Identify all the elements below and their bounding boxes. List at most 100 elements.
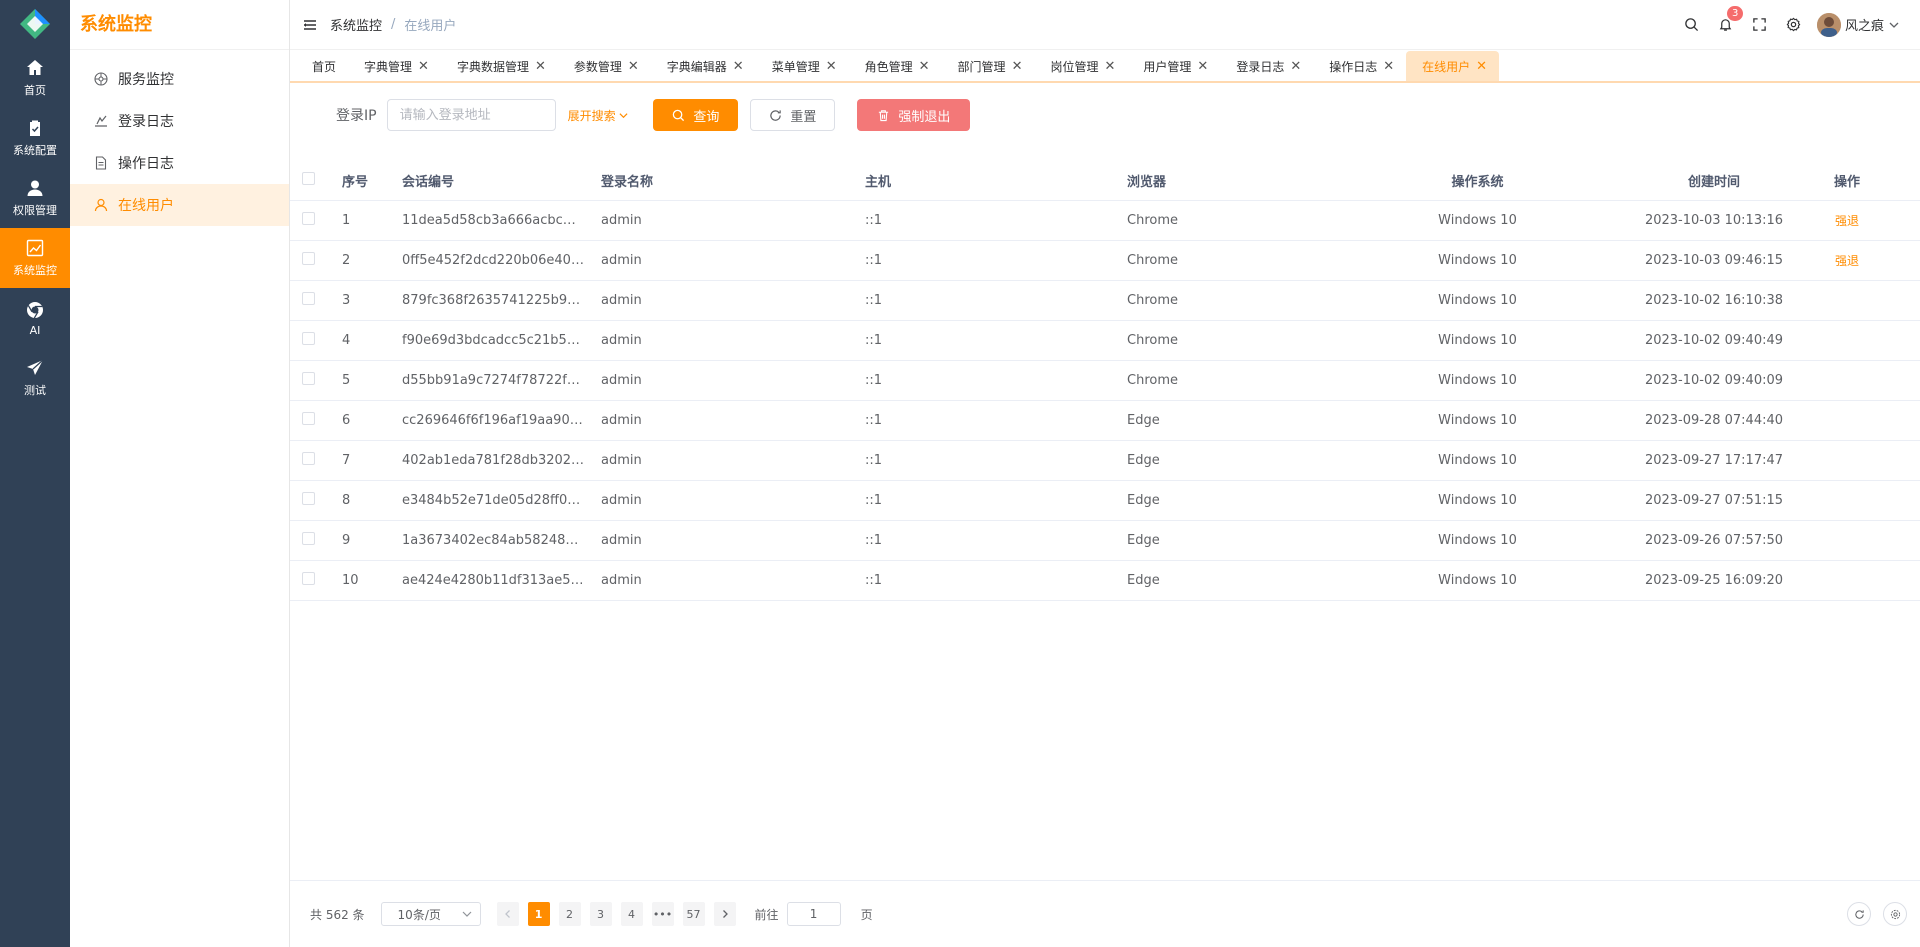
table-tools xyxy=(1835,902,1920,926)
row-checkbox[interactable] xyxy=(302,532,315,545)
header-login-name: 登录名称 xyxy=(601,174,654,190)
submenu-item-0[interactable]: 服务监控 xyxy=(70,58,289,100)
rail-item-0[interactable]: 首页 xyxy=(0,48,70,108)
page-size-select[interactable]: 10条/页 xyxy=(380,902,481,926)
row-checkbox[interactable] xyxy=(302,572,315,585)
close-icon[interactable]: ✕ xyxy=(535,59,546,74)
close-icon[interactable]: ✕ xyxy=(826,59,837,74)
submenu-item-2[interactable]: 操作日志 xyxy=(70,142,289,184)
close-icon[interactable]: ✕ xyxy=(418,59,429,74)
header-actions: 3 风之痕 xyxy=(1675,6,1920,37)
table-row[interactable]: 8 e3484b52e71de05d28ff0… admin::1 Edge Windo… xyxy=(290,481,1920,521)
close-icon[interactable]: ✕ xyxy=(1383,59,1394,74)
fullscreen-button[interactable] xyxy=(1743,17,1777,32)
close-icon[interactable]: ✕ xyxy=(1476,59,1487,74)
rail-item-3[interactable]: 系统监控 xyxy=(0,228,70,288)
close-icon[interactable]: ✕ xyxy=(1290,59,1301,74)
notification-button[interactable]: 3 xyxy=(1709,6,1744,32)
query-button[interactable]: 查询 xyxy=(653,99,739,131)
close-icon[interactable]: ✕ xyxy=(733,59,744,74)
page-button[interactable]: 1 xyxy=(527,902,550,926)
cell-browser: Edge xyxy=(1127,413,1160,428)
force-kick-link[interactable]: 强退 xyxy=(1835,254,1859,268)
select-all-checkbox[interactable] xyxy=(302,171,315,185)
force-logout-button[interactable]: 强制退出 xyxy=(857,99,971,131)
row-checkbox[interactable] xyxy=(302,292,315,305)
page-button[interactable]: 4 xyxy=(620,902,643,926)
page-button[interactable]: ••• xyxy=(651,902,674,926)
page-button[interactable]: 2 xyxy=(558,902,581,926)
table-row[interactable]: 4 f90e69d3bdcadcc5c21b5… admin::1 Chrome Win… xyxy=(290,321,1920,361)
page-number: 1 xyxy=(534,907,543,921)
page-button[interactable]: 57 xyxy=(682,902,705,926)
tab-9[interactable]: 用户管理 ✕ xyxy=(1127,51,1220,81)
column-settings-button[interactable] xyxy=(1883,902,1907,926)
user-menu[interactable]: 风之痕 xyxy=(1816,12,1900,37)
reset-button[interactable]: 重置 xyxy=(750,99,836,131)
ip-label: 登录IP xyxy=(336,108,377,124)
tab-11[interactable]: 操作日志 ✕ xyxy=(1313,51,1406,81)
force-kick-link[interactable]: 强退 xyxy=(1835,214,1859,228)
row-checkbox[interactable] xyxy=(302,372,315,385)
table-row[interactable]: 2 0ff5e452f2dcd220b06e40… admin::1 Chrome Wi… xyxy=(290,241,1920,281)
tab-5[interactable]: 菜单管理 ✕ xyxy=(756,51,849,81)
cell-index: 6 xyxy=(342,413,351,428)
header-action: 操作 xyxy=(1833,174,1860,190)
cell-session: d55bb91a9c7274f78722f… xyxy=(402,373,580,388)
table-row[interactable]: 5 d55bb91a9c7274f78722f… admin::1 Chrome Win… xyxy=(290,361,1920,401)
tab-8[interactable]: 岗位管理 ✕ xyxy=(1034,51,1127,81)
tab-7[interactable]: 部门管理 ✕ xyxy=(942,51,1035,81)
tab-2[interactable]: 字典数据管理 ✕ xyxy=(441,51,558,81)
tab-6[interactable]: 角色管理 ✕ xyxy=(849,51,942,81)
table-row[interactable]: 3 879fc368f2635741225b9… admin::1 Chrome Win… xyxy=(290,281,1920,321)
cell-index: 3 xyxy=(342,293,351,308)
rail-item-2[interactable]: 权限管理 xyxy=(0,168,70,228)
rail-item-4[interactable]: AI xyxy=(0,288,70,348)
rail-item-5[interactable]: 测试 xyxy=(0,348,70,408)
tab-10[interactable]: 登录日志 ✕ xyxy=(1220,51,1313,81)
table-row[interactable]: 1 11dea5d58cb3a666acbc… admin::1 Chrome Wind… xyxy=(290,201,1920,241)
row-checkbox[interactable] xyxy=(302,252,315,265)
next-page-button[interactable] xyxy=(713,902,736,926)
row-checkbox[interactable] xyxy=(302,492,315,505)
header-browser: 浏览器 xyxy=(1127,174,1167,190)
table-row[interactable]: 10 ae424e4280b11df313ae5… admin::1 Edge Wind… xyxy=(290,561,1920,601)
cell-created: 2023-09-26 07:57:50 xyxy=(1644,533,1784,548)
submenu-item-3[interactable]: 在线用户 xyxy=(70,184,289,226)
close-icon[interactable]: ✕ xyxy=(919,59,930,74)
close-icon[interactable]: ✕ xyxy=(1012,59,1023,74)
rail-item-1[interactable]: 系统配置 xyxy=(0,108,70,168)
table-row[interactable]: 7 402ab1eda781f28db3202… admin::1 Edge Windo… xyxy=(290,441,1920,481)
tab-12[interactable]: 在线用户 ✕ xyxy=(1406,51,1500,81)
tab-3[interactable]: 参数管理 ✕ xyxy=(558,51,651,81)
cell-login-name: admin xyxy=(601,253,642,268)
table-row[interactable]: 6 cc269646f6f196af19aa90… admin::1 Edge Wind… xyxy=(290,401,1920,441)
ip-input[interactable] xyxy=(386,99,556,131)
goto-input[interactable] xyxy=(786,902,841,926)
submenu-item-1[interactable]: 登录日志 xyxy=(70,100,289,142)
close-icon[interactable]: ✕ xyxy=(628,59,639,74)
settings-button[interactable] xyxy=(1777,17,1811,32)
row-checkbox[interactable] xyxy=(302,452,315,465)
expand-search-link[interactable]: 展开搜索 xyxy=(568,107,629,124)
row-checkbox[interactable] xyxy=(302,332,315,345)
row-checkbox[interactable] xyxy=(302,212,315,225)
tab-1[interactable]: 字典管理 ✕ xyxy=(348,51,441,81)
tab-0[interactable]: 首页 xyxy=(296,51,348,81)
row-checkbox[interactable] xyxy=(302,412,315,425)
cell-created: 2023-09-27 17:17:47 xyxy=(1644,453,1784,468)
hamburger-button[interactable] xyxy=(290,18,330,32)
breadcrumb-root[interactable]: 系统监控 xyxy=(330,15,382,34)
close-icon[interactable]: ✕ xyxy=(1104,59,1115,74)
close-icon[interactable]: ✕ xyxy=(1197,59,1208,74)
search-button[interactable] xyxy=(1675,17,1709,32)
clipboard-icon xyxy=(30,120,40,136)
prev-page-button[interactable] xyxy=(496,902,519,926)
table-row[interactable]: 9 1a3673402ec84ab58248… admin::1 Edge Window… xyxy=(290,521,1920,561)
page-button[interactable]: 3 xyxy=(589,902,612,926)
app-logo[interactable] xyxy=(0,0,70,48)
tab-4[interactable]: 字典编辑器 ✕ xyxy=(651,51,756,81)
refresh-table-button[interactable] xyxy=(1847,902,1871,926)
tab-label: 操作日志 xyxy=(1329,59,1378,74)
cell-login-name: admin xyxy=(601,373,642,388)
